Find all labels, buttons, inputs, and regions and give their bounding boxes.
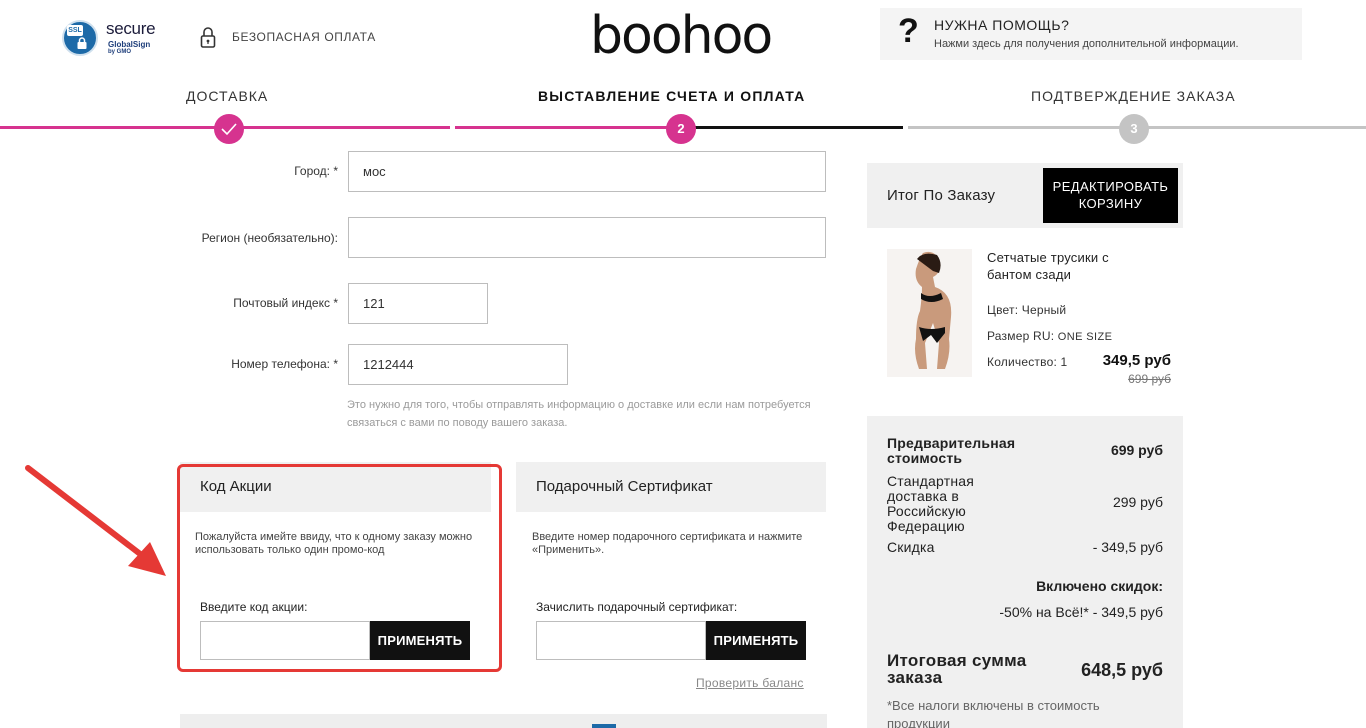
grand-total-value: 648,5 руб bbox=[1081, 660, 1163, 680]
step-label-delivery[interactable]: ДОСТАВКА bbox=[186, 88, 268, 104]
progress-bar-billing-done bbox=[455, 126, 680, 129]
grand-total-label: Итоговая сумма заказа bbox=[887, 651, 1027, 687]
zip-label: Почтовый индекс * bbox=[233, 296, 338, 310]
product-price: 349,5 руб bbox=[1102, 352, 1171, 369]
product-quantity: Количество: 1 bbox=[987, 355, 1068, 369]
payment-section-strip bbox=[180, 714, 827, 728]
edit-cart-button[interactable]: РЕДАКТИРОВАТЬ КОРЗИНУ bbox=[1043, 168, 1178, 223]
boohoo-logo[interactable]: boohoo bbox=[590, 6, 773, 66]
shipping-label: Стандартная доставка в Российскую Федера… bbox=[887, 473, 975, 534]
check-balance-link[interactable]: Проверить баланс bbox=[696, 676, 804, 690]
ssl-issuer-sub: by GMO bbox=[108, 49, 132, 55]
discount-label: Скидка bbox=[887, 539, 935, 555]
gift-text: Введите номер подарочного сертификата и … bbox=[532, 531, 803, 556]
region-input[interactable] bbox=[348, 217, 826, 258]
secure-payment: БЕЗОПАСНАЯ ОПЛАТА bbox=[200, 26, 376, 48]
ssl-secure-word: secure bbox=[106, 19, 156, 38]
phone-hint: Это нужно для того, чтобы отправлять инф… bbox=[347, 399, 811, 429]
globalsign-seal-icon: SSL bbox=[62, 20, 98, 56]
progress-bar-billing-rest bbox=[680, 126, 903, 129]
ssl-issuer: GlobalSign bbox=[108, 40, 151, 49]
step-label-billing: ВЫСТАВЛЕНИЕ СЧЕТА И ОПЛАТА bbox=[538, 88, 806, 104]
zip-input[interactable]: 121 bbox=[348, 283, 488, 324]
order-summary-title: Итог По Заказу bbox=[887, 187, 996, 204]
promo-highlight-frame bbox=[177, 464, 502, 672]
checkout-progress: ДОСТАВКА ВЫСТАВЛЕНИЕ СЧЕТА И ОПЛАТА ПОДТ… bbox=[0, 80, 1366, 150]
padlock-icon bbox=[200, 27, 216, 48]
shipping-value: 299 руб bbox=[1112, 494, 1163, 510]
product-image[interactable] bbox=[887, 249, 972, 377]
help-title: НУЖНА ПОМОЩЬ? bbox=[934, 17, 1070, 33]
order-summary-header: Итог По Заказу РЕДАКТИРОВАТЬ КОРЗИНУ bbox=[867, 163, 1183, 228]
step-label-confirmation: ПОДТВЕРЖДЕНИЕ ЗАКАЗА bbox=[1031, 88, 1236, 104]
city-label: Город: * bbox=[294, 164, 338, 178]
gift-label: Зачислить подарочный сертификат: bbox=[536, 600, 738, 614]
phone-label: Номер телефона: * bbox=[231, 357, 338, 371]
model-photo-icon bbox=[915, 251, 952, 369]
red-arrow-icon bbox=[25, 465, 166, 576]
product-size-label: Размер RU: bbox=[987, 329, 1055, 343]
product-size-value: ONE SIZE bbox=[1057, 331, 1113, 343]
order-totals: Предварительная стоимость 699 руб Станда… bbox=[867, 416, 1183, 728]
product-size: Размер RU: ONE SIZE bbox=[987, 329, 1112, 343]
product-name[interactable]: Сетчатые трусики с бантом сзади bbox=[987, 249, 1137, 283]
step-dot-confirmation: 3 bbox=[1119, 114, 1149, 144]
product-old-price: 699 руб bbox=[1128, 372, 1171, 386]
product-color: Цвет: Черный bbox=[987, 303, 1067, 317]
step-dot-billing: 2 bbox=[666, 114, 696, 144]
subtotal-value: 699 руб bbox=[1110, 442, 1163, 458]
check-icon bbox=[221, 123, 237, 136]
help-subtitle: Нажми здесь для получения дополнительной… bbox=[934, 38, 1239, 50]
subtotal-label: Предварительная стоимость bbox=[887, 435, 1016, 466]
question-mark-icon: ? bbox=[898, 12, 919, 50]
tax-note: *Все налоги включены в стоимость продукц… bbox=[887, 698, 1100, 728]
step-dot-delivery bbox=[214, 114, 244, 144]
region-label: Регион (необязательно): bbox=[201, 231, 338, 245]
included-promo-discount: -50% на Всё!* - 349,5 руб bbox=[999, 604, 1163, 620]
help-box[interactable]: ? НУЖНА ПОМОЩЬ? Нажми здесь для получени… bbox=[880, 8, 1302, 60]
gift-title: Подарочный Сертификат bbox=[516, 462, 826, 512]
included-discounts-label: Включено скидок: bbox=[1036, 578, 1163, 594]
phone-input[interactable]: 1212444 bbox=[348, 344, 568, 385]
ssl-secure-badge: SSL secure GlobalSign by GMO bbox=[62, 18, 172, 58]
secure-payment-label: БЕЗОПАСНАЯ ОПЛАТА bbox=[232, 30, 376, 44]
gift-apply-button[interactable]: ПРИМЕНЯТЬ bbox=[706, 621, 806, 660]
lock-icon bbox=[77, 37, 87, 49]
discount-value: - 349,5 руб bbox=[1092, 539, 1163, 555]
header: SSL secure GlobalSign by GMO БЕЗОПАСНАЯ … bbox=[0, 0, 1366, 75]
gift-code-input[interactable] bbox=[536, 621, 706, 660]
city-input[interactable]: мос bbox=[348, 151, 826, 192]
